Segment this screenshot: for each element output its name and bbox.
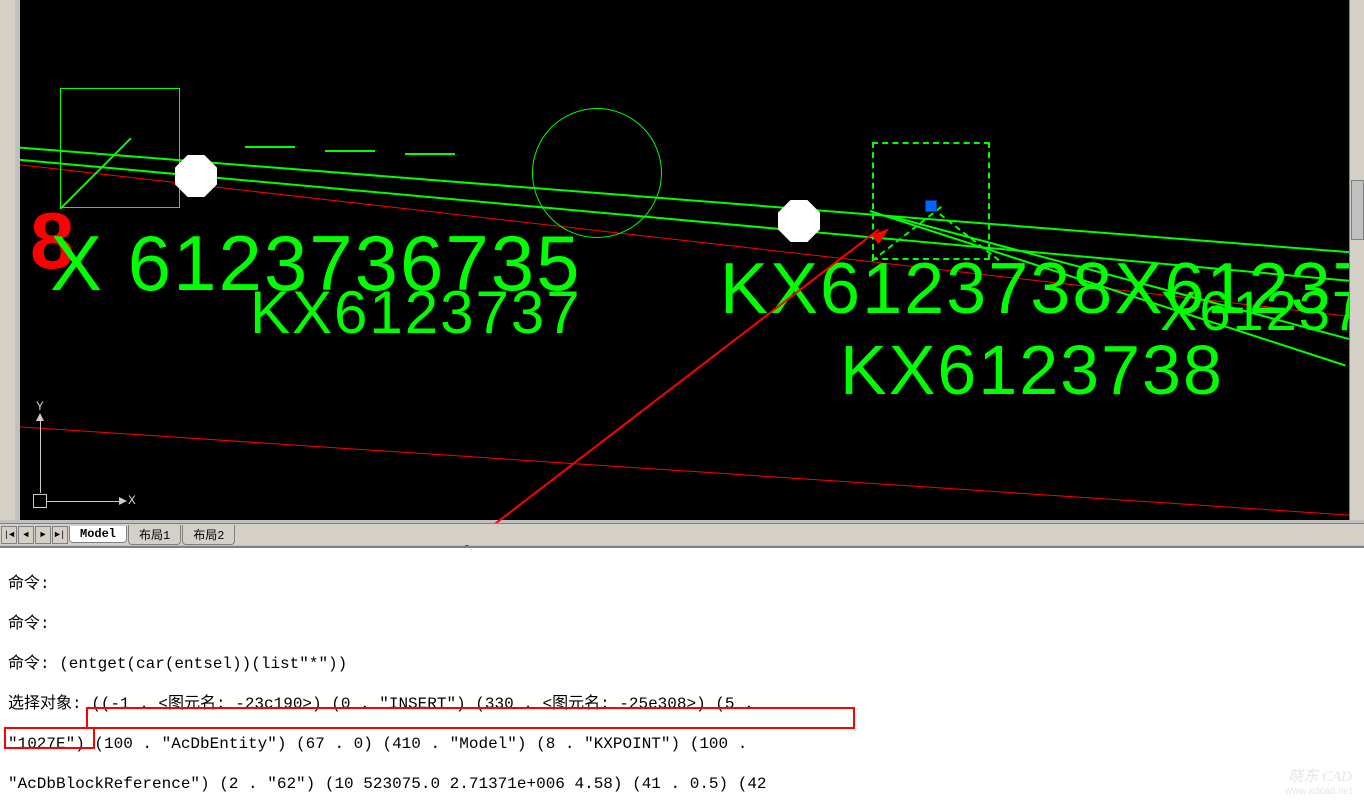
ucs-x-label: X — [128, 493, 136, 508]
cmd-line: 选择对象: ((-1 . <图元名: -23c190>) (0 . "INSER… — [8, 694, 1356, 714]
tab-nav-first[interactable]: |◄ — [1, 526, 17, 544]
layout-tabs-bar: |◄ ◄ ► ►| Model 布局1 布局2 — [0, 523, 1364, 545]
tab-layout1[interactable]: 布局1 — [128, 525, 181, 545]
green-dash — [245, 146, 295, 148]
drawing-area[interactable]: 8 X 6123736735 KX6123738X6123740 KX61237… — [20, 0, 1349, 520]
watermark-url: www.xdcad.net — [1285, 786, 1352, 797]
red-construction-line — [20, 425, 1349, 519]
ucs-x-axis — [47, 501, 122, 502]
tab-nav-last[interactable]: ►| — [52, 526, 68, 544]
watermark-brand: 晓东 CAD — [1285, 765, 1352, 786]
white-octagon-marker — [175, 155, 217, 197]
tab-model[interactable]: Model — [69, 526, 127, 543]
command-window[interactable]: 命令: 命令: 命令: (entget(car(entsel))(list"*"… — [0, 546, 1364, 803]
tab-nav-prev[interactable]: ◄ — [18, 526, 34, 544]
viewport-container: 8 X 6123736735 KX6123738X6123740 KX61237… — [0, 0, 1364, 546]
cmd-line: 命令: — [8, 574, 1356, 594]
scroll-thumb[interactable] — [1351, 180, 1364, 240]
grip-point[interactable] — [925, 200, 937, 212]
watermark: 晓东 CAD www.xdcad.net — [1285, 765, 1352, 797]
ucs-origin-icon — [33, 494, 47, 508]
green-label: X6123738 — [1160, 278, 1349, 343]
green-label: KX6123737 — [250, 278, 582, 347]
cmd-line: "1027E") (100 . "AcDbEntity") (67 . 0) (… — [8, 734, 1356, 754]
cmd-line: 命令: — [8, 614, 1356, 634]
tab-nav-next[interactable]: ► — [35, 526, 51, 544]
cmd-line: "AcDbBlockReference") (2 . "62") (10 523… — [8, 774, 1356, 794]
left-toolbar — [0, 0, 15, 520]
drawing-canvas[interactable]: 8 X 6123736735 KX6123738X6123740 KX61237… — [20, 0, 1349, 520]
ucs-y-axis — [40, 418, 41, 493]
green-dash — [405, 153, 455, 155]
cmd-line: 命令: (entget(car(entsel))(list"*")) — [8, 654, 1356, 674]
vertical-scrollbar[interactable] — [1349, 0, 1364, 520]
ucs-y-label: Y — [36, 399, 44, 414]
tab-layout2[interactable]: 布局2 — [182, 525, 235, 545]
green-dash — [325, 150, 375, 152]
